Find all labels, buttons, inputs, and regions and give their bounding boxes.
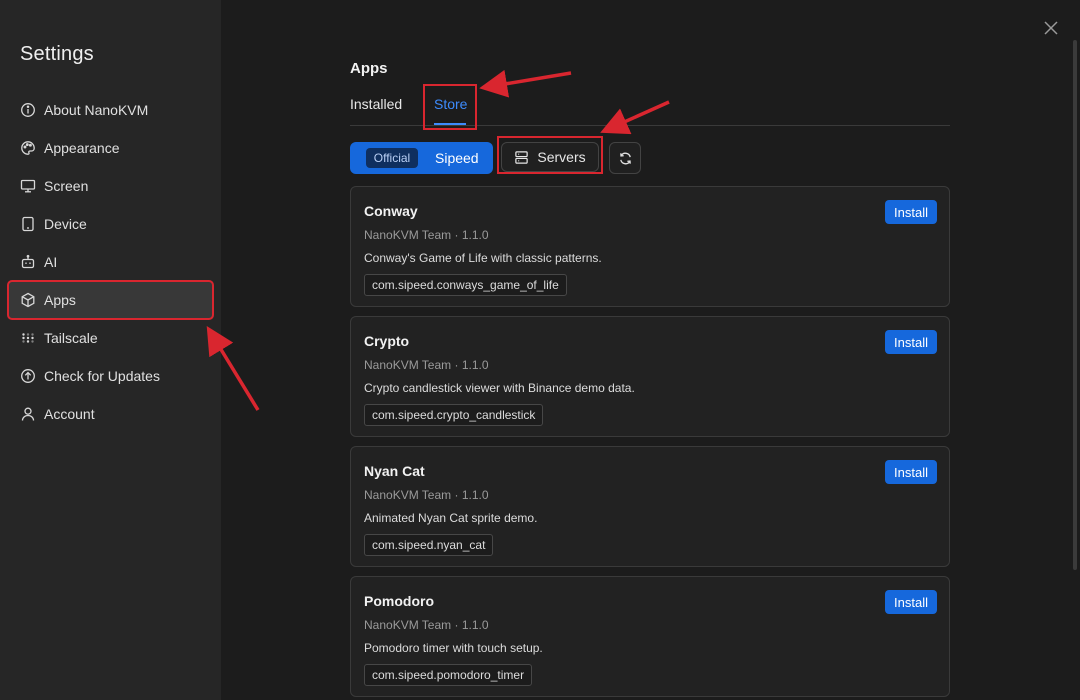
sidebar-item-label: AI — [44, 254, 58, 270]
monitor-icon — [20, 178, 36, 194]
sidebar-item-tailscale[interactable]: Tailscale — [8, 319, 213, 357]
sidebar-item-label: About NanoKVM — [44, 102, 149, 118]
app-meta: NanoKVM Team · 1.1.0 — [364, 358, 489, 372]
app-id-tag: com.sipeed.crypto_candlestick — [364, 404, 544, 426]
sidebar-nav: About NanoKVM Appearance Screen Device A… — [7, 91, 214, 433]
refresh-button[interactable] — [609, 142, 641, 174]
active-tab-indicator — [434, 123, 466, 125]
install-button[interactable]: Install — [885, 460, 937, 484]
app-description: Pomodoro timer with touch setup. — [364, 641, 543, 655]
page-title: Apps — [350, 60, 388, 77]
close-icon[interactable] — [1042, 19, 1060, 37]
sidebar-item-account[interactable]: Account — [8, 395, 213, 433]
sidebar-item-updates[interactable]: Check for Updates — [8, 357, 213, 395]
palette-icon — [20, 140, 36, 156]
sidebar-item-label: Appearance — [44, 140, 120, 156]
sidebar-item-label: Check for Updates — [44, 368, 160, 384]
install-button[interactable]: Install — [885, 330, 937, 354]
sidebar-item-screen[interactable]: Screen — [8, 167, 213, 205]
scrollbar[interactable] — [1073, 40, 1077, 570]
sidebar-item-label: Apps — [44, 292, 76, 308]
sidebar-item-label: Screen — [44, 178, 89, 194]
robot-icon — [20, 254, 36, 270]
tablet-icon — [20, 216, 36, 232]
app-card: Pomodoro NanoKVM Team · 1.1.0 Pomodoro t… — [350, 576, 950, 697]
install-button[interactable]: Install — [885, 590, 937, 614]
app-name: Crypto — [364, 333, 410, 349]
app-card: Conway NanoKVM Team · 1.1.0 Conway's Gam… — [350, 186, 950, 307]
sidebar-item-label: Tailscale — [44, 330, 98, 346]
app-name: Pomodoro — [364, 593, 434, 609]
app-name: Nyan Cat — [364, 463, 425, 479]
arrow-up-circle-icon — [20, 368, 36, 384]
settings-sidebar: Settings About NanoKVM Appearance Screen — [0, 0, 221, 700]
sidebar-title: Settings — [20, 43, 94, 65]
app-name: Conway — [364, 203, 418, 219]
app-id-tag: com.sipeed.nyan_cat — [364, 534, 494, 556]
servers-label: Servers — [537, 149, 586, 165]
arrow-to-store-tab — [479, 69, 572, 98]
official-option[interactable]: Official — [366, 148, 418, 168]
sidebar-item-ai[interactable]: AI — [8, 243, 213, 281]
tab-installed[interactable]: Installed — [350, 96, 402, 112]
sidebar-item-appearance[interactable]: Appearance — [8, 129, 213, 167]
sidebar-item-label: Account — [44, 406, 95, 422]
sidebar-item-device[interactable]: Device — [8, 205, 213, 243]
cube-icon — [20, 292, 36, 308]
dots-grid-icon — [20, 330, 36, 346]
app-meta: NanoKVM Team · 1.1.0 — [364, 488, 489, 502]
info-icon — [20, 102, 36, 118]
tab-store[interactable]: Store — [434, 96, 467, 112]
install-button[interactable]: Install — [885, 200, 937, 224]
app-card: Crypto NanoKVM Team · 1.1.0 Crypto candl… — [350, 316, 950, 437]
app-meta: NanoKVM Team · 1.1.0 — [364, 618, 489, 632]
app-description: Crypto candlestick viewer with Binance d… — [364, 381, 635, 395]
app-description: Conway's Game of Life with classic patte… — [364, 251, 602, 265]
sidebar-item-apps[interactable]: Apps — [7, 280, 214, 320]
settings-window: Settings About NanoKVM Appearance Screen — [0, 0, 1080, 700]
source-segmented-control: Official Sipeed — [350, 142, 493, 174]
sidebar-item-label: Device — [44, 216, 87, 232]
server-icon — [515, 150, 529, 164]
app-list: Conway NanoKVM Team · 1.1.0 Conway's Gam… — [350, 186, 950, 700]
app-meta: NanoKVM Team · 1.1.0 — [364, 228, 489, 242]
app-id-tag: com.sipeed.conways_game_of_life — [364, 274, 567, 296]
app-id-tag: com.sipeed.pomodoro_timer — [364, 664, 533, 686]
user-icon — [20, 406, 36, 422]
app-description: Animated Nyan Cat sprite demo. — [364, 511, 538, 525]
servers-button[interactable]: Servers — [501, 142, 599, 172]
refresh-icon — [619, 152, 631, 164]
app-card: Nyan Cat NanoKVM Team · 1.1.0 Animated N… — [350, 446, 950, 567]
store-toolbar: Official Sipeed Servers — [350, 136, 950, 176]
sidebar-item-about[interactable]: About NanoKVM — [8, 91, 213, 129]
sipeed-option[interactable]: Sipeed — [435, 150, 479, 166]
apps-tabs: Installed Store — [350, 84, 950, 130]
